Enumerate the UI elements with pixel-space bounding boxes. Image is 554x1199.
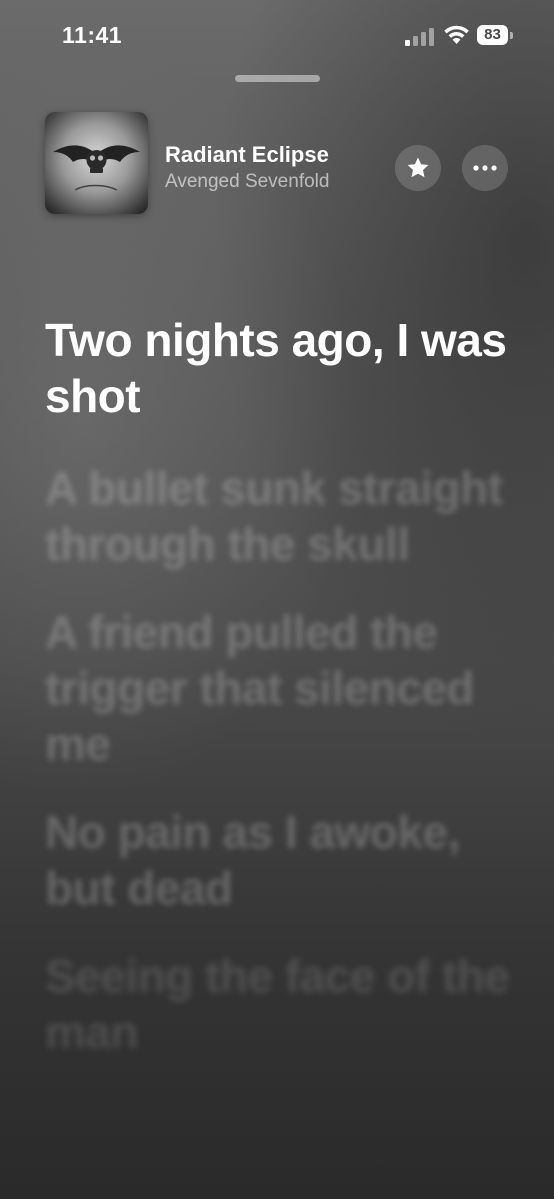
sheet-grabber[interactable]: [235, 75, 320, 82]
lyric-line[interactable]: Seeing the face of the man: [45, 948, 525, 1060]
battery-cap: [510, 32, 513, 39]
lyric-line[interactable]: A bullet sunk straight through the skull: [45, 460, 525, 572]
cellular-signal-icon: [405, 28, 434, 46]
ellipsis-icon: [473, 165, 497, 171]
battery-indicator: 83: [477, 25, 513, 47]
more-options-button[interactable]: [462, 145, 508, 191]
song-artist[interactable]: Avenged Sevenfold: [165, 171, 329, 193]
lyric-line[interactable]: No pain as I awoke, but dead: [45, 804, 525, 916]
now-playing-header: Radiant Eclipse Avenged Sevenfold: [45, 112, 515, 215]
lyric-line[interactable]: A friend pulled the trigger that silence…: [45, 604, 525, 772]
status-time: 11:41: [62, 22, 123, 48]
lyric-line-current[interactable]: Two nights ago, I was shot: [45, 312, 525, 424]
song-title[interactable]: Radiant Eclipse: [165, 142, 329, 168]
status-bar: 11:41 83: [0, 0, 554, 70]
winged-skull-icon: [53, 145, 140, 191]
favorite-button[interactable]: [395, 145, 441, 191]
album-artwork[interactable]: [45, 112, 148, 214]
battery-level: 83: [477, 25, 508, 45]
star-icon: [407, 157, 429, 178]
wifi-icon: [444, 25, 469, 44]
lyrics-panel[interactable]: Two nights ago, I was shot A bullet sunk…: [45, 312, 525, 1092]
